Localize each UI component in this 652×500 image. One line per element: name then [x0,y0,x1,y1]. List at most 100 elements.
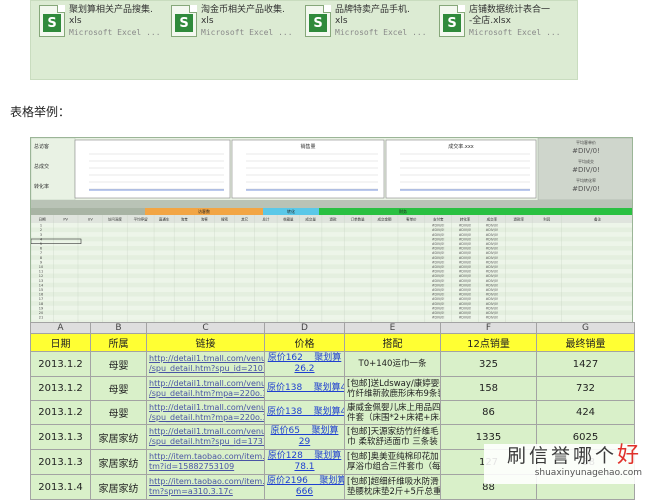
sheet-row [31,273,632,279]
row-number: 19 [39,306,43,310]
sheet-row [31,315,632,320]
sheet-row [31,223,632,228]
column-header-cell: 支付宝 [433,217,444,222]
row-number: 1 [40,224,42,228]
sheet-row [31,310,632,315]
row-number: 6 [40,247,42,251]
column-header: 最终销量 [536,333,635,352]
excel-file-icon: S [39,5,65,37]
file-item[interactable]: S 淘金币相关产品收集. xls Microsoft Excel ... [171,5,293,38]
error-cell: #DIV/0! [432,306,445,310]
column-letter: A [30,322,91,334]
error-cell: #DIV/0! [486,242,499,246]
final-sales-cell: 424 [536,400,635,425]
column-header: 链接 [146,333,265,352]
column-header-cell: 收藏量 [283,217,294,222]
final-sales-cell: 1427 [536,351,635,377]
row-number: 13 [39,279,43,283]
file-type: Microsoft Excel ... [469,28,561,37]
category-cell: 母婴 [90,376,147,401]
price-cell[interactable]: 原价128 聚划算 78.1 [264,449,345,475]
error-label: 平均客单价 [576,139,596,145]
row-number: 21 [39,316,43,320]
chart-title: 销售量 [300,143,315,150]
error-cell: #DIV/0! [432,256,445,260]
error-cell: #DIV/0! [432,311,445,315]
date-cell: 2013.1.2 [30,400,91,425]
error-value: #DIV/0! [572,147,600,155]
link-cell[interactable]: http://detail1.tmall.com/venus /spu_deta… [146,376,265,401]
file-name: 品牌特卖产品手机. [335,5,410,15]
link-cell[interactable]: http://detail1.tmall.com/venus /spu_deta… [146,351,265,377]
header-row: 日期 所属 链接 价格 搭配 12点销量 最终销量 [30,333,635,352]
error-cell: #DIV/0! [486,233,499,237]
date-cell: 2013.1.2 [30,351,91,377]
category-cell: 母婴 [90,351,147,377]
error-cell: #DIV/0! [459,224,472,228]
error-cell: #DIV/0! [432,283,445,287]
file-item[interactable]: S 品牌特卖产品手机. xls Microsoft Excel ... [305,5,427,38]
sheet-row [31,232,632,237]
column-header-cell: 成交率 [487,217,498,222]
row-number: 15 [39,288,43,292]
row-number: 18 [39,302,43,306]
watermark-title: 刷信誉哪个 [506,445,617,467]
sheet-row [31,255,632,260]
column-header-cell: 订单数量 [351,217,365,222]
column-letter: F [440,322,537,334]
date-cell: 2013.1.4 [30,474,91,500]
link-cell[interactable]: http://detail1.tmall.com/venus /spu_deta… [146,424,265,450]
error-cell: #DIV/0! [432,224,445,228]
column-header-cell: 成交金额 [378,217,392,222]
price-cell[interactable]: 原价138 聚划算48 [264,400,345,425]
match-cell: 康威金佩婴儿床上用品四 件套（床围*2+床裙+床单 [344,400,441,425]
date-cell: 2013.1.3 [30,449,91,475]
error-cell: #DIV/0! [432,302,445,306]
sheet-row [31,246,632,251]
error-cell: #DIV/0! [486,224,499,228]
price-cell[interactable]: 原价138 聚划算48 [264,376,345,401]
error-cell: #DIV/0! [459,306,472,310]
sheet-row [31,287,632,292]
sales-12-cell: 158 [440,376,537,401]
price-cell[interactable]: 原价162 聚划算 26.2 [264,351,345,377]
error-cell: #DIV/0! [459,279,472,283]
error-cell: #DIV/0! [459,256,472,260]
error-cell: #DIV/0! [432,316,445,320]
error-cell: #DIV/0! [432,242,445,246]
link-cell[interactable]: http://item.taobao.com/item.h tm?id=1588… [146,449,265,475]
price-cell[interactable]: 原价65 聚划算 29 [264,424,345,450]
chart-title: 成交率.xxx [448,143,474,150]
watermark: 刷信誉哪个好 shuaxinyunagehao.com [484,444,642,484]
price-cell[interactable]: 原价2196 聚划算 666 [264,474,345,500]
caption: 表格举例： [10,105,71,119]
match-cell: [包邮]天源家纺竹纤维毛 巾 柔软舒适面巾 三条装 [344,424,441,450]
row-number: 7 [40,251,42,255]
sales-12-cell: 86 [440,400,537,425]
side-label: 总访客 [34,143,49,150]
column-header: 搭配 [344,333,441,352]
file-type: Microsoft Excel ... [69,28,161,37]
sheet-row [31,227,632,233]
table-row: 2013.1.2 母婴 http://detail1.tmall.com/venus… [30,376,635,401]
error-cell: #DIV/0! [486,270,499,274]
error-cell: #DIV/0! [432,293,445,297]
file-item[interactable]: S 店铺数据统计表合一 -全店.xlsx Microsoft Excel ... [439,5,561,38]
band [31,200,632,208]
column-header: 12点销量 [440,333,537,352]
file-ext: -全店.xlsx [469,16,511,26]
table-row: 2013.1.2 母婴 http://detail1.tmall.com/venus… [30,400,635,425]
error-cell: #DIV/0! [486,237,499,241]
column-letter: B [90,322,147,334]
sheet-row [31,250,632,256]
link-cell[interactable]: http://item.taobao.com/item.h tm?spm=a31… [146,474,265,500]
file-item[interactable]: S 聚划算相关产品搜集. xls Microsoft Excel ... [39,5,161,38]
link-cell[interactable]: http://detail1.tmall.com/venus /spu_deta… [146,400,265,425]
sheet-row [31,269,632,274]
error-cell: #DIV/0! [459,283,472,287]
side-label: 转化率 [34,183,49,190]
group-header-blank [31,208,145,215]
row-number: 11 [39,270,43,274]
match-cell: [包邮]超细纤维吸水防滑 垫腰枕床垫2斤+5斤总重10 [344,474,441,500]
excel-file-icon: S [305,5,331,37]
